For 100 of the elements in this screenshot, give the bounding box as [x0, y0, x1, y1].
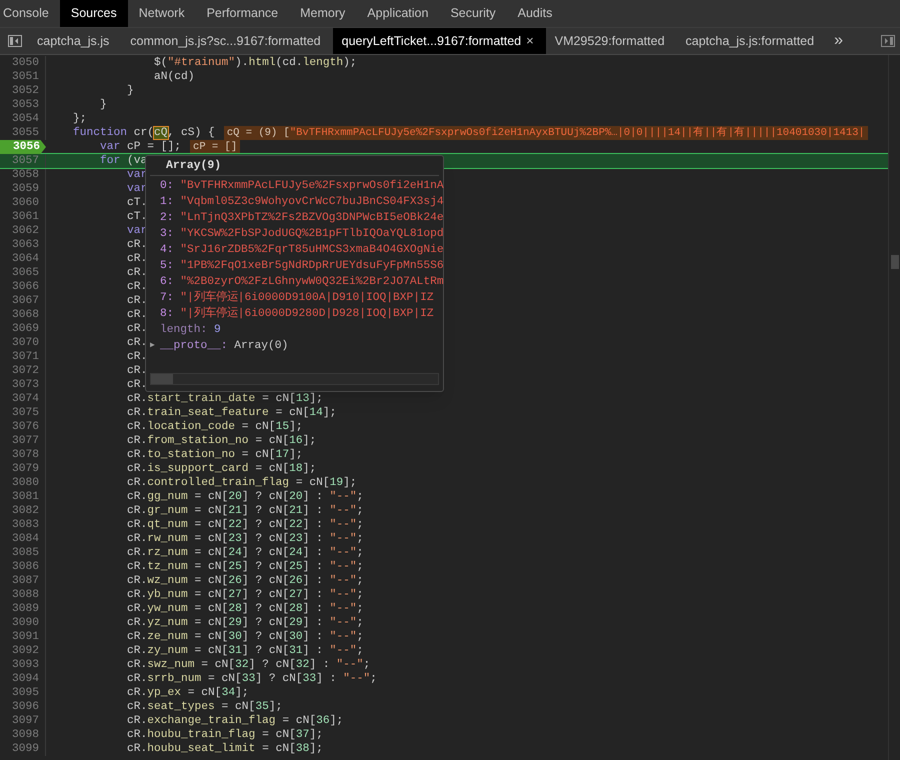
- code-text: cT.: [126, 210, 148, 224]
- line-number[interactable]: 3090: [0, 616, 46, 630]
- line-number[interactable]: 3072: [0, 364, 46, 378]
- code-text: cR.controlled_train_flag = cN[19];: [126, 476, 357, 490]
- line-number[interactable]: 3053: [0, 98, 46, 112]
- code-text: cR.rz_num = cN[24] ? cN[24] : "--";: [126, 546, 364, 560]
- code-text: cR.location_code = cN[15];: [126, 420, 303, 434]
- code-text: cR.exchange_train_flag = cN[36];: [126, 714, 344, 728]
- code-text: cR.: [126, 266, 148, 280]
- array-entry: 0: "BvTFHRxmmPAcLFUJy5e%2FsxprwOs0fi2eH1nA: [160, 178, 443, 194]
- line-number[interactable]: 3058: [0, 168, 46, 182]
- line-number[interactable]: 3094: [0, 672, 46, 686]
- panel-tab[interactable]: Security: [439, 0, 507, 27]
- line-number[interactable]: 3071: [0, 350, 46, 364]
- code-text: cR.ze_num = cN[30] ? cN[30] : "--";: [126, 630, 364, 644]
- line-number[interactable]: 3099: [0, 742, 46, 756]
- breakpoint-marker[interactable]: 3056: [0, 140, 46, 154]
- vertical-scrollbar[interactable]: [888, 55, 900, 760]
- code-text: var: [126, 168, 148, 182]
- line-number[interactable]: 3057: [0, 154, 46, 168]
- file-tab-label: queryLeftTicket...9167:formatted: [342, 32, 522, 50]
- line-number[interactable]: 3069: [0, 322, 46, 336]
- code-text: cR.zy_num = cN[31] ? cN[31] : "--";: [126, 644, 364, 658]
- horizontal-scrollbar[interactable]: [150, 373, 439, 385]
- line-number[interactable]: 3096: [0, 700, 46, 714]
- line-number[interactable]: 3079: [0, 462, 46, 476]
- line-number[interactable]: 3084: [0, 532, 46, 546]
- line-number[interactable]: 3089: [0, 602, 46, 616]
- length-property: length: 9: [160, 322, 222, 338]
- line-number[interactable]: 3083: [0, 518, 46, 532]
- panel-tab[interactable]: Sources: [60, 0, 128, 27]
- line-number[interactable]: 3062: [0, 224, 46, 238]
- code-text: cR.: [126, 294, 148, 308]
- array-entry: 4: "SrJ16rZDB5%2FqrT85uHMCS3xmaB4O4GXOgNie: [160, 242, 443, 258]
- line-number[interactable]: 3082: [0, 504, 46, 518]
- panel-tab[interactable]: Memory: [289, 0, 356, 27]
- line-number[interactable]: 3097: [0, 714, 46, 728]
- code-text: cR.gg_num = cN[20] ? cN[20] : "--";: [126, 490, 364, 504]
- line-number[interactable]: 3064: [0, 252, 46, 266]
- more-tabs-button[interactable]: »: [826, 28, 851, 54]
- panel-tab[interactable]: Performance: [196, 0, 290, 27]
- code-text: };: [72, 112, 87, 126]
- code-text: cR.: [126, 308, 148, 322]
- panel-tab[interactable]: Application: [356, 0, 440, 27]
- expand-toggle-icon[interactable]: ▶: [150, 338, 160, 354]
- line-number[interactable]: 3091: [0, 630, 46, 644]
- line-number[interactable]: 3095: [0, 686, 46, 700]
- line-number[interactable]: 3061: [0, 210, 46, 224]
- line-number[interactable]: 3059: [0, 182, 46, 196]
- line-number[interactable]: 3074: [0, 392, 46, 406]
- line-number[interactable]: 3070: [0, 336, 46, 350]
- line-number[interactable]: 3080: [0, 476, 46, 490]
- line-number[interactable]: 3088: [0, 588, 46, 602]
- line-number[interactable]: 3077: [0, 434, 46, 448]
- line-number[interactable]: 3051: [0, 70, 46, 84]
- line-number[interactable]: 3078: [0, 448, 46, 462]
- line-number[interactable]: 3075: [0, 406, 46, 420]
- line-number[interactable]: 3066: [0, 280, 46, 294]
- code-text: cR.: [126, 280, 148, 294]
- proto-property[interactable]: __proto__: Array(0): [160, 338, 288, 354]
- panel-tab[interactable]: Console: [0, 0, 60, 27]
- line-number[interactable]: 3068: [0, 308, 46, 322]
- file-tab[interactable]: captcha_js.js:formatted: [676, 28, 826, 54]
- line-number[interactable]: 3085: [0, 546, 46, 560]
- code-text: cR.houbu_train_flag = cN[37];: [126, 728, 323, 742]
- popover-title: Array(9): [150, 156, 439, 176]
- line-number[interactable]: 3054: [0, 112, 46, 126]
- line-number[interactable]: 3087: [0, 574, 46, 588]
- file-tab[interactable]: captcha_js.js: [30, 28, 122, 54]
- line-number[interactable]: 3073: [0, 378, 46, 392]
- code-text: cR.seat_types = cN[35];: [126, 700, 282, 714]
- code-text: }: [126, 84, 134, 98]
- line-number[interactable]: 3050: [0, 56, 46, 70]
- line-number[interactable]: 3052: [0, 84, 46, 98]
- line-number[interactable]: 3098: [0, 728, 46, 742]
- file-tab[interactable]: common_js.js?sc...9167:formatted: [121, 28, 333, 54]
- panel-tab[interactable]: Network: [128, 0, 196, 27]
- code-text: cR.tz_num = cN[25] ? cN[25] : "--";: [126, 560, 364, 574]
- close-button[interactable]: ×: [526, 31, 534, 51]
- file-tab[interactable]: VM29529:formatted: [546, 28, 677, 54]
- file-tab-label: captcha_js.js:formatted: [686, 32, 814, 50]
- code-text: cR.srrb_num = cN[33] ? cN[33] : "--";: [126, 672, 377, 686]
- line-number[interactable]: 3065: [0, 266, 46, 280]
- code-text: var: [126, 224, 148, 238]
- array-entry: 8: "|列车停运|6i0000D9280D|D928|IOQ|BXP|IZ: [160, 306, 435, 322]
- line-number[interactable]: 3092: [0, 644, 46, 658]
- line-number[interactable]: 3086: [0, 560, 46, 574]
- code-text: cR.: [126, 378, 148, 392]
- line-number[interactable]: 3093: [0, 658, 46, 672]
- line-number[interactable]: 3081: [0, 490, 46, 504]
- line-number[interactable]: 3067: [0, 294, 46, 308]
- file-tab[interactable]: queryLeftTicket...9167:formatted ×: [332, 28, 546, 54]
- line-number[interactable]: 3060: [0, 196, 46, 210]
- code-text: cR.yw_num = cN[28] ? cN[28] : "--";: [126, 602, 364, 616]
- code-text: cR.to_station_no = cN[17];: [126, 448, 303, 462]
- line-number[interactable]: 3063: [0, 238, 46, 252]
- panel-tab[interactable]: Audits: [506, 0, 564, 27]
- code-text: cR.train_seat_feature = cN[14];: [126, 406, 336, 420]
- line-number[interactable]: 3076: [0, 420, 46, 434]
- code-text: var: [126, 182, 148, 196]
